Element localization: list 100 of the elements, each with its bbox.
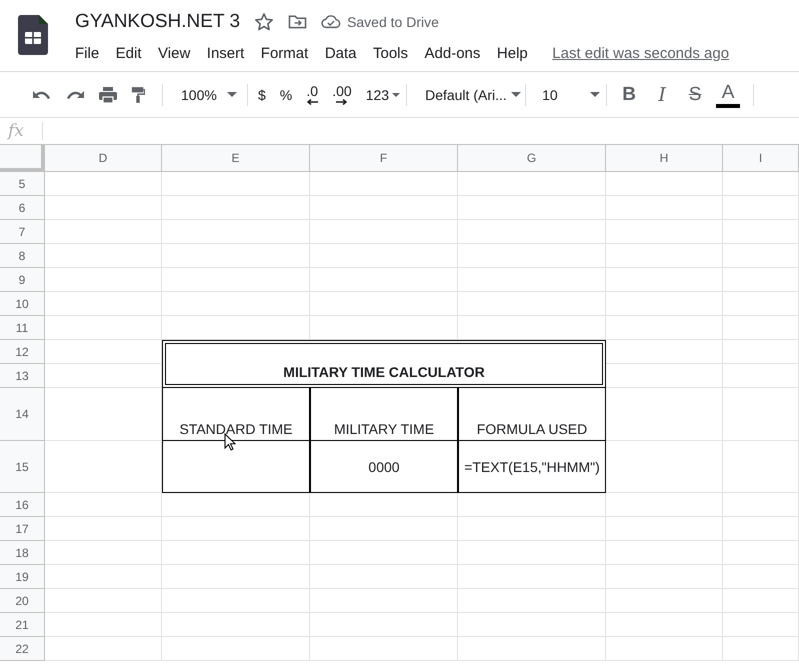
sheet-cell[interactable] — [723, 613, 799, 637]
column-header[interactable]: F — [310, 145, 458, 172]
column-header[interactable]: H — [606, 145, 723, 172]
row-header[interactable]: 13 — [0, 364, 45, 388]
sheet-cell[interactable] — [723, 637, 799, 661]
sheet-cell[interactable] — [606, 637, 723, 661]
sheet-cell[interactable] — [162, 172, 310, 196]
sheet-cell[interactable] — [458, 268, 606, 292]
sheet-cell[interactable] — [458, 220, 606, 244]
font-dropdown[interactable]: Default (Ari... — [417, 82, 522, 108]
sheet-cell[interactable] — [606, 292, 723, 316]
format-button[interactable]: $ — [258, 82, 266, 108]
sheet-cell[interactable] — [310, 541, 458, 565]
cloud-check-icon[interactable] — [321, 14, 342, 29]
sheet-cell[interactable] — [45, 316, 162, 340]
move-folder-icon[interactable] — [288, 13, 308, 30]
row-header[interactable]: 14 — [0, 388, 45, 441]
sheet-cell[interactable] — [723, 244, 799, 268]
row-header[interactable]: 22 — [0, 637, 45, 661]
sheet-cell[interactable] — [162, 244, 310, 268]
sheet-cell[interactable] — [162, 637, 310, 661]
sheet-cell[interactable] — [458, 172, 606, 196]
sheet-cell[interactable] — [723, 292, 799, 316]
sheet-cell[interactable] — [606, 196, 723, 220]
redo-icon[interactable] — [65, 88, 85, 100]
sheet-cell[interactable] — [723, 172, 799, 196]
sheet-cell[interactable] — [606, 172, 723, 196]
bold-button[interactable]: B — [617, 82, 642, 108]
column-header[interactable]: D — [45, 145, 162, 172]
sheet-cell[interactable] — [458, 292, 606, 316]
row-header[interactable]: 21 — [0, 613, 45, 637]
sheet-cell[interactable] — [45, 292, 162, 316]
sheet-cell[interactable] — [45, 172, 162, 196]
sheet-cell[interactable] — [162, 517, 310, 541]
sheet-cell[interactable] — [310, 220, 458, 244]
sheet-cell[interactable] — [606, 517, 723, 541]
sheets-logo-icon[interactable] — [18, 15, 48, 55]
sheet-cell[interactable] — [606, 220, 723, 244]
sheet-cell[interactable] — [723, 441, 799, 493]
column-header[interactable]: E — [162, 145, 310, 172]
decrease-decimal-button[interactable]: .0 — [306, 82, 318, 108]
sheet-cell[interactable] — [310, 613, 458, 637]
sheet-cell[interactable] — [723, 340, 799, 364]
sheet-cell[interactable] — [723, 364, 799, 388]
sheet-cell[interactable] — [723, 517, 799, 541]
sheet-cell[interactable] — [162, 565, 310, 589]
sheet-cell[interactable] — [162, 268, 310, 292]
sheet-cell[interactable] — [458, 637, 606, 661]
number-format-dropdown[interactable]: 123 — [366, 82, 400, 108]
font-size-dropdown[interactable]: 10 — [536, 82, 602, 108]
column-header[interactable]: G — [458, 145, 606, 172]
sheet-cell[interactable] — [606, 316, 723, 340]
row-header[interactable]: 7 — [0, 220, 45, 244]
zoom-dropdown[interactable]: 100% — [173, 82, 239, 108]
menu-item[interactable]: Edit — [116, 44, 142, 62]
sheet-cell[interactable] — [45, 244, 162, 268]
sheet-cell[interactable] — [162, 613, 310, 637]
document-title[interactable]: GYANKOSH.NET 3 — [75, 10, 240, 32]
sheet-cell[interactable] — [458, 517, 606, 541]
sheet-cell[interactable] — [45, 220, 162, 244]
sheet-cell[interactable] — [162, 541, 310, 565]
strike-button[interactable]: S — [683, 82, 708, 108]
sheet-cell[interactable] — [723, 388, 799, 441]
sheet-cell[interactable] — [310, 589, 458, 613]
sheet-cell[interactable] — [310, 244, 458, 268]
menu-item[interactable]: Help — [496, 44, 528, 62]
sheet-cell[interactable] — [606, 613, 723, 637]
row-header[interactable]: 11 — [0, 316, 45, 340]
menu-item[interactable]: View — [158, 44, 190, 62]
sheet-cell[interactable] — [310, 268, 458, 292]
row-header[interactable]: 10 — [0, 292, 45, 316]
sheet-cell[interactable] — [723, 541, 799, 565]
row-header[interactable]: 15 — [0, 441, 45, 493]
row-header[interactable]: 16 — [0, 493, 45, 517]
sheet-cell[interactable] — [162, 196, 310, 220]
row-header[interactable]: 18 — [0, 541, 45, 565]
row-header[interactable]: 6 — [0, 196, 45, 220]
sheet-cell[interactable] — [310, 565, 458, 589]
sheet-cell[interactable] — [45, 541, 162, 565]
row-header[interactable]: 5 — [0, 172, 45, 196]
menu-item[interactable]: File — [75, 44, 100, 62]
sheet-cell[interactable] — [45, 493, 162, 517]
print-icon[interactable] — [98, 86, 118, 104]
row-header[interactable]: 19 — [0, 565, 45, 589]
column-header[interactable]: I — [723, 145, 799, 172]
sheet-cell[interactable] — [45, 565, 162, 589]
star-icon[interactable] — [254, 12, 274, 32]
increase-decimal-button[interactable]: .00 — [332, 82, 352, 108]
sheet-cell[interactable] — [606, 565, 723, 589]
row-header[interactable]: 12 — [0, 340, 45, 364]
format-button[interactable]: % — [280, 82, 292, 108]
sheet-cell[interactable] — [310, 172, 458, 196]
undo-icon[interactable] — [32, 88, 52, 100]
menu-item[interactable]: Format — [260, 44, 308, 62]
sheet-cell[interactable] — [45, 613, 162, 637]
sheet-cell[interactable] — [723, 220, 799, 244]
sheet-cell[interactable] — [606, 268, 723, 292]
row-header[interactable]: 17 — [0, 517, 45, 541]
sheet-cell[interactable] — [162, 589, 310, 613]
sheet-cell[interactable] — [606, 541, 723, 565]
